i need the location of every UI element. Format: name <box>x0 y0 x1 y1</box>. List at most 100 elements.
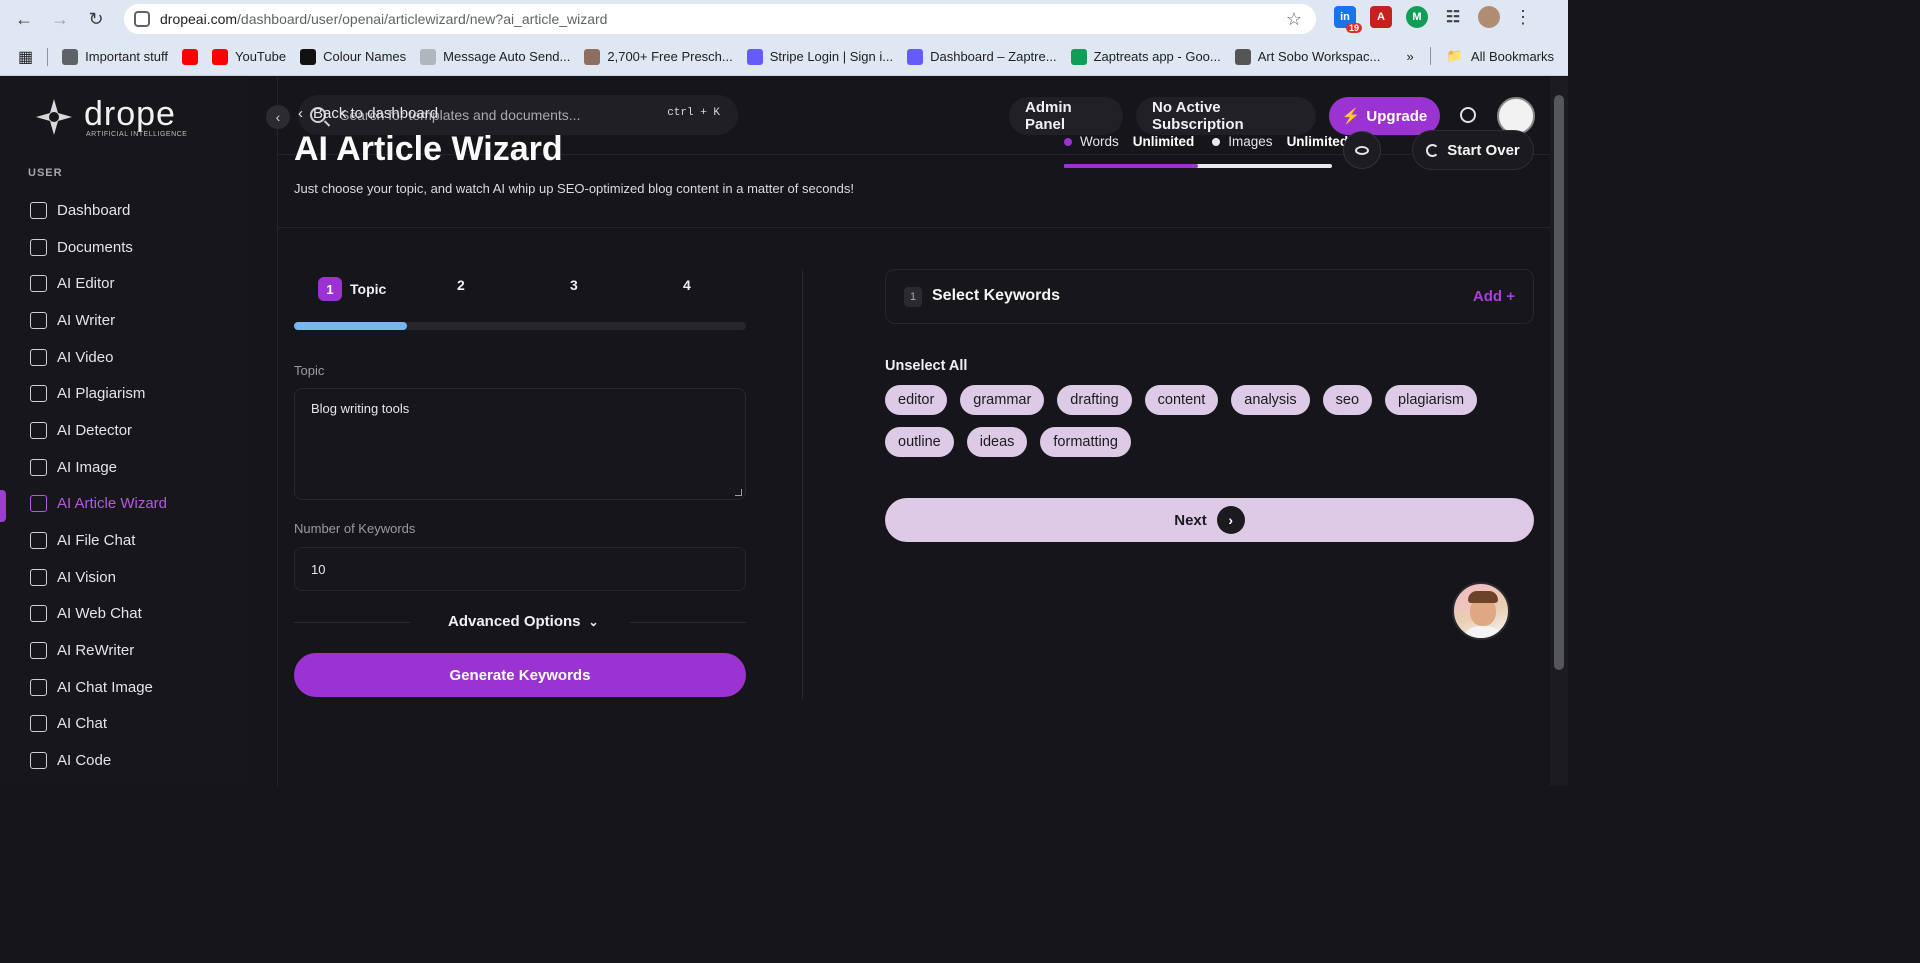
sidebar-item-ai-writer[interactable]: AI Writer <box>0 302 248 339</box>
youtube-icon <box>181 48 198 65</box>
topic-label: Topic <box>294 363 325 378</box>
keywords-count-input[interactable]: 10 <box>294 547 746 591</box>
bookmark-item[interactable]: Important stuff <box>62 48 168 65</box>
wizard-step-2[interactable]: 2 <box>457 277 465 293</box>
sidebar-item-ai-article-wizard[interactable]: AI Article Wizard <box>0 486 248 523</box>
sidebar-item-ai-rewriter[interactable]: AI ReWriter <box>0 632 248 669</box>
sidebar-item-label: AI Video <box>57 348 114 366</box>
page-title: AI Article Wizard <box>294 130 563 168</box>
wizard-step-1[interactable]: 1 Topic <box>318 277 386 301</box>
bookmark-item[interactable] <box>181 48 198 65</box>
drope-logo[interactable]: drope ARTIFICIAL INTELLIGENCE <box>32 95 187 139</box>
generate-keywords-button[interactable]: Generate Keywords <box>294 653 746 697</box>
bookmark-item[interactable]: Zaptreats app - Goo... <box>1070 48 1221 65</box>
visibility-toggle-button[interactable] <box>1343 131 1381 169</box>
keyword-chip[interactable]: analysis <box>1231 385 1310 415</box>
keyword-chip[interactable]: formatting <box>1040 427 1131 457</box>
scrollbar[interactable] <box>1550 77 1568 786</box>
address-bar[interactable]: dropeai.com/dashboard/user/openai/articl… <box>124 4 1316 34</box>
advanced-options-toggle[interactable]: Advanced Options ⌄ <box>448 613 599 630</box>
bookmark-item[interactable]: Dashboard – Zaptre... <box>907 48 1057 65</box>
sidebar-item-label: AI Code <box>57 752 112 770</box>
keyword-chip[interactable]: outline <box>885 427 954 457</box>
eye-icon <box>1355 145 1369 155</box>
support-chat-avatar[interactable] <box>1452 582 1510 640</box>
upgrade-button[interactable]: ⚡ Upgrade <box>1329 97 1440 135</box>
images-dot-icon <box>1212 137 1221 146</box>
image-icon <box>30 458 47 476</box>
back-arrow-icon[interactable]: ← <box>12 7 36 31</box>
more-bookmarks-icon[interactable]: » <box>1407 49 1414 64</box>
sidebar-item-documents[interactable]: Documents <box>0 229 248 266</box>
bookmark-item[interactable]: Stripe Login | Sign i... <box>746 48 893 65</box>
subscription-button[interactable]: No Active Subscription <box>1136 97 1316 135</box>
pdf-extension-icon[interactable]: A <box>1370 6 1392 28</box>
sidebar-item-ai-vision[interactable]: AI Vision <box>0 559 248 596</box>
bookmark-item[interactable]: Message Auto Send... <box>420 48 570 65</box>
sidebar-item-ai-video[interactable]: AI Video <box>0 339 248 376</box>
wizard-progress <box>294 322 746 330</box>
keyword-chip[interactable]: grammar <box>960 385 1045 415</box>
start-over-button[interactable]: Start Over <box>1412 130 1534 170</box>
chevron-down-icon: ⌄ <box>588 614 599 629</box>
words-dot-icon <box>1064 137 1072 146</box>
archive-icon <box>30 238 47 256</box>
puzzle-icon[interactable]: ☷ <box>1442 6 1464 28</box>
reload-icon[interactable]: ↻ <box>84 7 108 31</box>
site-info-icon[interactable] <box>134 11 150 27</box>
keyword-chip[interactable]: editor <box>885 385 948 415</box>
theme-toggle-sun-icon[interactable] <box>1460 107 1476 123</box>
wizard-step-4[interactable]: 4 <box>683 277 691 293</box>
chevron-right-icon: › <box>1216 506 1245 534</box>
keyword-chip[interactable]: seo <box>1322 385 1373 415</box>
sidebar-item-ai-web-chat[interactable]: AI Web Chat <box>0 596 248 633</box>
sidebar-item-ai-file-chat[interactable]: AI File Chat <box>0 522 248 559</box>
keyword-chip[interactable]: ideas <box>966 427 1028 457</box>
next-button[interactable]: Next › <box>885 498 1534 542</box>
add-keyword-button[interactable]: Add + <box>1473 288 1515 305</box>
sidebar-item-ai-chat[interactable]: AI Chat <box>0 706 248 743</box>
bookmark-star-icon[interactable]: ☆ <box>1286 9 1302 30</box>
video-icon <box>30 348 47 366</box>
resize-handle-icon[interactable] <box>735 489 742 496</box>
sidebar-item-ai-editor[interactable]: AI Editor <box>0 265 248 302</box>
credits-bar <box>1064 164 1332 168</box>
admin-panel-button[interactable]: Admin Panel <box>1009 97 1123 135</box>
logo-subtitle: ARTIFICIAL INTELLIGENCE <box>86 130 188 138</box>
forward-arrow-icon[interactable]: → <box>48 7 72 31</box>
folder-icon <box>62 48 79 65</box>
wizard-step-3[interactable]: 3 <box>570 277 578 293</box>
back-to-dashboard-link[interactable]: ‹ Back to dashboard <box>298 105 438 122</box>
all-bookmarks[interactable]: All Bookmarks <box>1471 49 1554 64</box>
credits-bar-fill <box>1064 164 1198 168</box>
bookmark-item[interactable]: 2,700+ Free Presch... <box>584 48 733 65</box>
sidebar-item-dashboard[interactable]: Dashboard <box>0 192 248 229</box>
words-label: Words <box>1080 134 1119 149</box>
sidebar-item-ai-chat-image[interactable]: AI Chat Image <box>0 669 248 706</box>
grid-icon <box>30 201 47 219</box>
keyword-chip[interactable]: drafting <box>1057 385 1132 415</box>
credits-indicator: Words Unlimited Images Unlimited <box>1064 134 1348 149</box>
sidebar-item-ai-image[interactable]: AI Image <box>0 449 248 486</box>
topic-textarea[interactable]: Blog writing tools <box>294 388 746 500</box>
bookmark-item[interactable]: YouTube <box>211 48 286 65</box>
bookmark-item[interactable]: Art Sobo Workspac... <box>1234 48 1380 65</box>
apps-grid-icon[interactable]: ▦ <box>18 47 33 67</box>
sidebar-item-ai-detector[interactable]: AI Detector <box>0 412 248 449</box>
bookmark-item[interactable]: Colour Names <box>300 48 406 65</box>
sidebar: drope ARTIFICIAL INTELLIGENCE USER Dashb… <box>0 77 248 786</box>
chat-icon <box>30 715 47 733</box>
keyword-chip[interactable]: plagiarism <box>1385 385 1478 415</box>
extension-icon[interactable]: in 19 <box>1334 6 1362 33</box>
images-label: Images <box>1228 134 1273 149</box>
browser-menu-icon[interactable]: ⋮ <box>1514 7 1532 28</box>
sidebar-item-ai-code[interactable]: AI Code <box>0 742 248 779</box>
sidebar-item-ai-plagiarism[interactable]: AI Plagiarism <box>0 375 248 412</box>
m-extension-icon[interactable]: M <box>1406 6 1428 28</box>
message-icon <box>420 48 437 65</box>
keyword-chip[interactable]: content <box>1144 385 1219 415</box>
browser-profile-avatar[interactable] <box>1478 6 1500 28</box>
youtube-icon <box>211 48 228 65</box>
unselect-all-button[interactable]: Unselect All <box>885 358 967 374</box>
scrollbar-thumb[interactable] <box>1554 95 1564 670</box>
